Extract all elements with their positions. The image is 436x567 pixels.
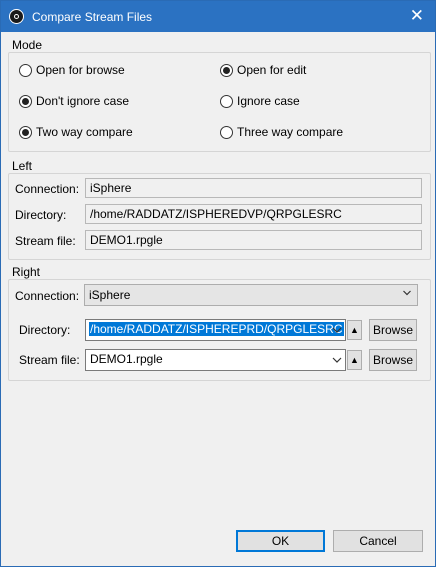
- close-icon[interactable]: ✕: [410, 6, 424, 26]
- right-connection-label: Connection:: [15, 289, 80, 303]
- app-icon: [9, 9, 24, 24]
- radio-label: Ignore case: [237, 94, 300, 108]
- radio-button[interactable]: [19, 63, 32, 77]
- radio-label: Open for edit: [237, 63, 307, 77]
- radio-button[interactable]: [220, 63, 233, 77]
- arrow-up-icon: ▲: [350, 355, 359, 365]
- radio-ignore-case[interactable]: Ignore case: [220, 93, 300, 109]
- left-connection-label: Connection:: [15, 182, 80, 196]
- right-directory-up-button[interactable]: ▲: [347, 320, 362, 340]
- radio-open-for-browse[interactable]: Open for browse: [19, 62, 125, 78]
- radio-button[interactable]: [220, 94, 233, 108]
- ok-button[interactable]: OK: [236, 530, 325, 552]
- radio-two-way-compare[interactable]: Two way compare: [19, 124, 133, 140]
- right-stream-file-combo[interactable]: DEMO1.rpgle: [85, 349, 346, 371]
- right-directory-combo[interactable]: /home/RADDATZ/ISPHEREPRD/QRPGLESRC: [85, 319, 346, 341]
- left-directory-label: Directory:: [15, 208, 67, 222]
- window-title: Compare Stream Files: [32, 10, 153, 24]
- chevron-down-icon[interactable]: [329, 350, 345, 370]
- cancel-button[interactable]: Cancel: [333, 530, 423, 552]
- dialog-window: Compare Stream Files ✕ Mode Open for bro…: [0, 0, 436, 567]
- right-stream-file-up-button[interactable]: ▲: [347, 350, 362, 370]
- right-connection-select[interactable]: iSphere: [84, 284, 418, 306]
- left-directory-field: /home/RADDATZ/ISPHEREDVP/QRPGLESRC: [85, 204, 422, 224]
- right-connection-value: iSphere: [89, 288, 131, 302]
- right-directory-browse-button[interactable]: Browse: [369, 319, 417, 341]
- right-group-label: Right: [12, 265, 41, 279]
- chevron-down-icon: [403, 290, 411, 296]
- title-bar[interactable]: Compare Stream Files ✕: [1, 1, 435, 32]
- left-connection-field: iSphere: [85, 178, 422, 198]
- mode-group-label: Mode: [12, 38, 43, 52]
- radio-button[interactable]: [19, 125, 32, 139]
- radio-label: Don't ignore case: [36, 94, 130, 108]
- right-directory-label: Directory:: [19, 323, 71, 337]
- radio-label: Three way compare: [237, 125, 344, 139]
- right-stream-file-input[interactable]: DEMO1.rpgle: [89, 352, 164, 366]
- radio-label: Two way compare: [36, 125, 133, 139]
- chevron-down-icon[interactable]: [329, 320, 345, 340]
- radio-dont-ignore-case[interactable]: Don't ignore case: [19, 93, 129, 109]
- right-stream-file-browse-button[interactable]: Browse: [369, 349, 417, 371]
- radio-open-for-edit[interactable]: Open for edit: [220, 62, 306, 78]
- radio-button[interactable]: [19, 94, 32, 108]
- right-stream-file-label: Stream file:: [19, 353, 80, 367]
- left-stream-file-label: Stream file:: [15, 234, 76, 248]
- radio-label: Open for browse: [36, 63, 125, 77]
- left-group-label: Left: [12, 159, 33, 173]
- arrow-up-icon: ▲: [350, 325, 359, 335]
- right-directory-input[interactable]: /home/RADDATZ/ISPHEREPRD/QRPGLESRC: [89, 322, 344, 336]
- left-stream-file-field: DEMO1.rpgle: [85, 230, 422, 250]
- radio-three-way-compare[interactable]: Three way compare: [220, 124, 343, 140]
- radio-button[interactable]: [220, 125, 233, 139]
